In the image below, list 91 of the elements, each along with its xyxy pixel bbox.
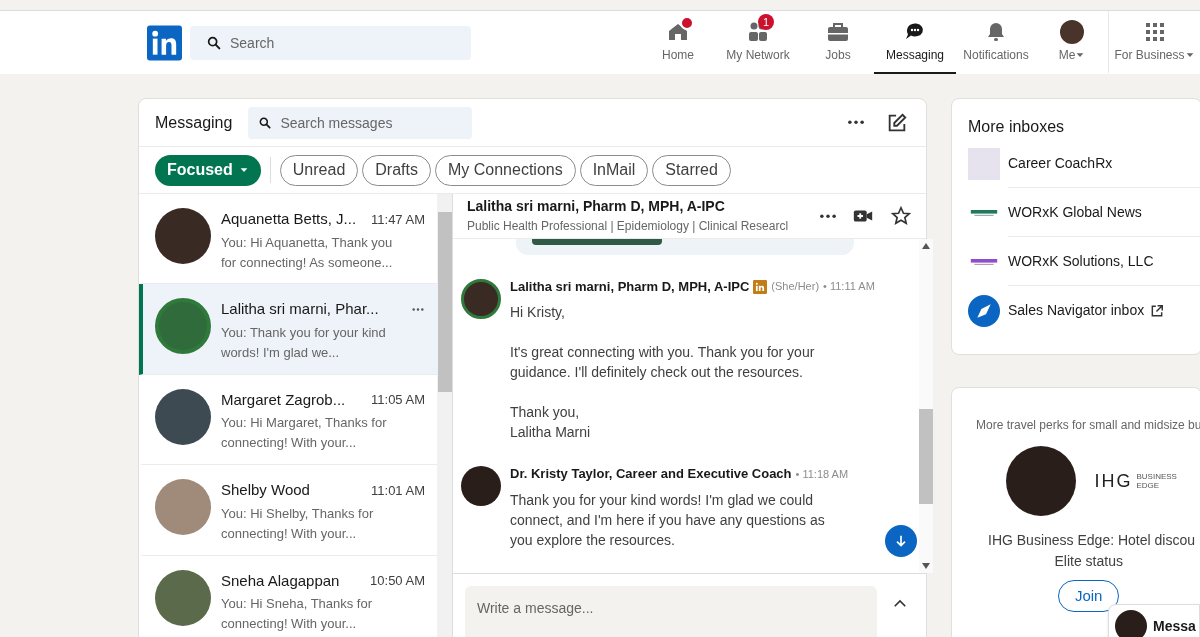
- nav-item[interactable]: Jobs: [802, 11, 874, 74]
- sender-name: Dr. Kristy Taylor, Career and Executive Coach: [510, 465, 792, 484]
- contact-name: Lalitha sri marni, Phar...: [221, 299, 379, 320]
- scrollbar[interactable]: [918, 238, 933, 573]
- external-link-icon: [1150, 303, 1165, 318]
- inbox-label: Sales Navigator inbox: [1008, 301, 1145, 320]
- star-button[interactable]: [890, 204, 912, 227]
- contact-name: Margaret Zagrob...: [221, 389, 346, 410]
- nav-item[interactable]: Messaging: [874, 11, 956, 74]
- message-time: 11:47 AM: [371, 210, 425, 229]
- ad-headline: IHG Business Edge: Hotel discou: [988, 531, 1195, 550]
- scroll-down-arrow-icon[interactable]: [921, 563, 930, 569]
- search-icon: [258, 115, 273, 130]
- avatar: [155, 298, 211, 355]
- nav-label: Home: [662, 46, 694, 64]
- contact-name: Shelby Wood: [221, 480, 310, 501]
- nav-label: Notifications: [963, 46, 1029, 64]
- ad-tagline: More travel perks for small and midsize bu: [976, 417, 1200, 434]
- message-text: Thank you, Lalitha Marni: [510, 403, 592, 443]
- message-time: • 11:18 AM: [795, 466, 849, 482]
- premium-badge-icon: [753, 279, 768, 294]
- conversation-item[interactable]: Margaret Zagrob... 11:05 AM You: Hi Margaret, Thanks for connecting! With your...: [139, 374, 437, 466]
- inbox-item[interactable]: WORxK Global News: [968, 188, 1200, 237]
- brand-name: IHG: [1094, 469, 1133, 493]
- caret-icon: [238, 165, 249, 175]
- message-text: Thank you for your kind words! I'm glad we could connect, and I'm here if you have any questions as you explore the resources.: [510, 490, 826, 550]
- sender-name: Lalitha sri marni, Pharm D, MPH, A-IPC: [510, 277, 750, 296]
- compass-icon: [968, 294, 1000, 327]
- message-time: • 11:11 AM: [823, 279, 875, 295]
- nav-label: Me: [1058, 46, 1076, 64]
- thread-name: Lalitha sri marni, Pharm D, MPH, A-IPC: [467, 197, 726, 217]
- nav-item[interactable]: Notifications: [956, 11, 1036, 74]
- search-field[interactable]: Search: [190, 25, 471, 60]
- search-icon: [206, 34, 222, 51]
- message-time: 11:05 AM: [371, 391, 425, 410]
- message-preview: You: Hi Margaret, Thanks for connecting! With your...: [221, 414, 388, 453]
- pencil-square-icon: [886, 111, 908, 134]
- avatar: [1115, 610, 1147, 637]
- inbox-item[interactable]: Sales Navigator inbox: [968, 286, 1200, 335]
- card-title: More inboxes: [968, 117, 1066, 137]
- logo-icon: [970, 209, 998, 216]
- filter-pill[interactable]: Focused: [155, 154, 261, 186]
- message-preview: You: Hi Aquanetta, Thank you for connecting! As someone...: [221, 233, 394, 272]
- scroll-down-button[interactable]: [884, 525, 917, 557]
- nav-label: Jobs: [825, 46, 851, 64]
- nav-item[interactable]: Me: [1036, 11, 1108, 74]
- nav-item[interactable]: 1 My Network: [714, 11, 802, 74]
- scroll-up-arrow-icon[interactable]: [921, 242, 930, 249]
- logo-icon: [970, 258, 998, 265]
- star-icon: [890, 204, 912, 227]
- avatar: [1060, 19, 1084, 44]
- contact-name: Aquanetta Betts, J...: [221, 209, 357, 229]
- message-time: 11:01 AM: [371, 481, 425, 500]
- message-text: Hi Kristy,: [510, 303, 566, 323]
- inbox-item[interactable]: WORxK Solutions, LLC: [968, 237, 1200, 286]
- more-icon: [818, 213, 838, 219]
- more-icon: [411, 308, 425, 312]
- more-button[interactable]: [411, 308, 425, 312]
- search-field[interactable]: Search messages: [248, 106, 473, 139]
- inbox-label: WORxK Global News: [1008, 202, 1142, 222]
- more-icon: [846, 120, 866, 125]
- ad-headline: Elite status: [1054, 552, 1123, 571]
- messaging-bar[interactable]: Messa: [1108, 604, 1200, 637]
- photo-placeholder: [968, 147, 1000, 180]
- message-preview: You: Hi Shelby, Thanks for connecting! With your...: [221, 504, 375, 543]
- messaging-title: Messaging: [155, 112, 233, 133]
- nav-label: My Network: [726, 46, 790, 64]
- message-input[interactable]: Write a message...: [465, 586, 877, 637]
- scrollbar[interactable]: [437, 194, 453, 637]
- message-text: It's great connecting with you. Thank you for your guidance. I'll definitely check out the resources.: [510, 343, 816, 383]
- contact-name: Sneha Alagappan: [221, 570, 340, 591]
- nav-item[interactable]: Home: [642, 11, 714, 74]
- conversation-item[interactable]: Lalitha sri marni, Phar... You: Thank you for your kind words! I'm glad we...: [139, 284, 437, 375]
- nav-item[interactable]: For Business: [1108, 11, 1200, 74]
- nav-label: For Business: [1114, 46, 1185, 64]
- pronouns: (She/Her): [771, 279, 820, 295]
- logo-icon: [147, 24, 182, 61]
- notification-badge: 1: [758, 13, 774, 30]
- brand-subtitle: BUSINESS EDGE: [1136, 472, 1177, 490]
- inbox-label: WORxK Solutions, LLC: [1008, 251, 1154, 271]
- avatar: [155, 208, 211, 264]
- message-time: 10:50 AM: [370, 572, 425, 591]
- message-preview: You: Hi Sneha, Thanks for connecting! With your...: [221, 595, 374, 634]
- thread-headline: Public Health Professional | Epidemiology | Clinical Researcl: [467, 218, 790, 236]
- inbox-label: Career CoachRx: [1008, 153, 1113, 173]
- nav-label: Messaging: [886, 46, 944, 64]
- conversation-item[interactable]: Sneha Alagappan 10:50 AM You: Hi Sneha, Thanks for connecting! With your...: [139, 555, 437, 637]
- message-preview: You: Thank you for your kind words! I'm glad we...: [221, 323, 387, 362]
- conversation-item[interactable]: Shelby Wood 11:01 AM You: Hi Shelby, Thanks for connecting! With your...: [139, 465, 437, 556]
- more-button[interactable]: [818, 213, 838, 219]
- inbox-item[interactable]: Career CoachRx: [968, 139, 1200, 188]
